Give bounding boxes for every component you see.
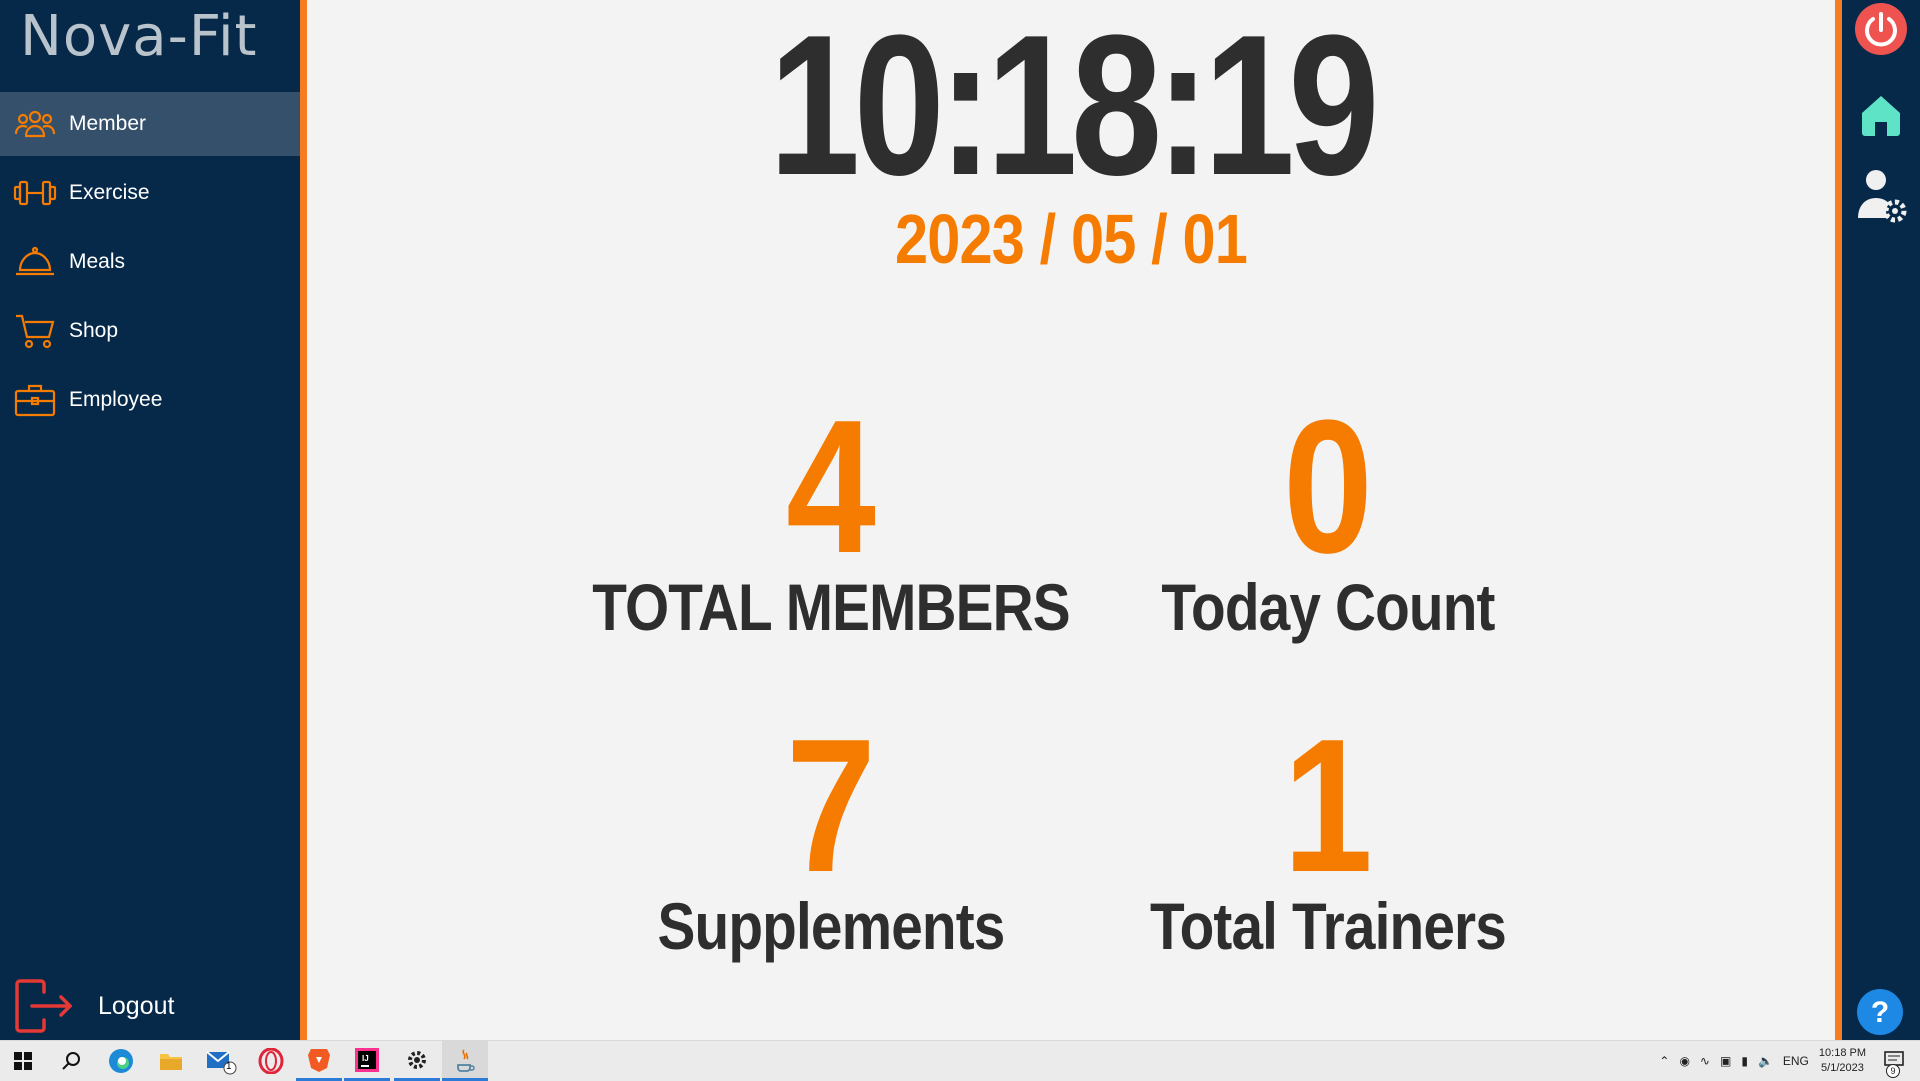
stat-label: Total Trainers xyxy=(1150,889,1507,963)
sidebar-item-shop[interactable]: Shop xyxy=(0,299,300,363)
sidebar-item-label: Member xyxy=(69,112,147,135)
stat-supplements: 7 Supplements xyxy=(551,711,1111,959)
tray-vpn-icon[interactable]: ◉ xyxy=(1679,1054,1689,1068)
edge-icon xyxy=(109,1049,133,1073)
stat-today-count: 0 Today Count xyxy=(1048,392,1608,640)
opera-icon xyxy=(258,1048,284,1074)
sidebar-item-meals[interactable]: Meals xyxy=(0,230,300,294)
java-icon xyxy=(457,1048,475,1072)
date-display: 2023 / 05 / 01 xyxy=(894,200,1248,278)
sidebar-nav: Member Exercise Meals Shop Employee xyxy=(0,92,300,437)
sidebar-item-exercise[interactable]: Exercise xyxy=(0,161,300,225)
sidebar-item-label: Meals xyxy=(69,250,126,273)
taskbar-brave[interactable] xyxy=(296,1041,342,1081)
logout-icon xyxy=(14,978,74,1034)
stat-total-members: 4 TOTAL MEMBERS xyxy=(551,392,1111,640)
stat-value: 0 xyxy=(1283,381,1373,593)
notifications-button[interactable]: 9 xyxy=(1884,1050,1904,1078)
windows-start-button[interactable] xyxy=(0,1041,46,1081)
stat-value: 1 xyxy=(1283,700,1373,912)
taskbar-opera[interactable] xyxy=(248,1041,294,1081)
svg-text:?: ? xyxy=(1871,996,1889,1029)
dashboard: 10:18:19 2023 / 05 / 01 4 TOTAL MEMBERS … xyxy=(307,0,1835,1040)
brave-icon xyxy=(308,1048,330,1072)
taskbar-edge[interactable] xyxy=(98,1041,144,1081)
cloche-icon xyxy=(13,244,57,280)
right-rail: ? xyxy=(1835,0,1920,1040)
tray-language[interactable]: ENG xyxy=(1783,1054,1809,1068)
taskbar-intellij[interactable]: IJ xyxy=(344,1041,390,1081)
system-tray: ⌃ ◉ ∿ ▣ ▮ 🔈 ENG 10:18 PM 5/1/2023 9 xyxy=(1659,1041,1920,1081)
cart-icon xyxy=(13,313,57,349)
intellij-icon: IJ xyxy=(355,1047,379,1072)
sidebar-item-employee[interactable]: Employee xyxy=(0,368,300,432)
mail-badge: 1 xyxy=(226,1061,232,1072)
tray-meet-icon[interactable]: ▣ xyxy=(1720,1054,1731,1068)
user-settings-icon xyxy=(1858,170,1907,223)
stat-label: Today Count xyxy=(1161,570,1495,644)
help-button[interactable]: ? xyxy=(1856,988,1910,1042)
tray-clock[interactable]: 10:18 PM 5/1/2023 xyxy=(1819,1046,1866,1076)
tray-date: 5/1/2023 xyxy=(1821,1062,1864,1074)
sidebar: Nova-Fit Member Exercise Meals Shop Empl… xyxy=(0,0,307,1040)
sidebar-item-label: Exercise xyxy=(69,181,150,204)
windows-start-icon xyxy=(14,1052,32,1070)
dumbbell-icon xyxy=(13,175,57,211)
clock-display: 10:18:19 xyxy=(768,0,1380,217)
taskbar: 1 IJ ⌃ ◉ ∿ ▣ ▮ 🔈 ENG 10:18 PM 5/1/2023 9 xyxy=(0,1040,1920,1081)
search-icon xyxy=(62,1052,80,1070)
svg-text:IJ: IJ xyxy=(362,1054,369,1063)
taskbar-mail[interactable]: 1 xyxy=(198,1041,244,1081)
power-button[interactable] xyxy=(1854,2,1908,56)
stat-total-trainers: 1 Total Trainers xyxy=(1048,711,1608,959)
home-button[interactable] xyxy=(1854,88,1908,142)
sidebar-item-label: Shop xyxy=(69,319,119,342)
app-title: Nova-Fit xyxy=(20,4,258,69)
notification-count: 9 xyxy=(1886,1063,1900,1078)
tray-battery-icon[interactable]: ▮ xyxy=(1741,1054,1748,1068)
sidebar-item-member[interactable]: Member xyxy=(0,92,300,156)
tray-volume-icon[interactable]: 🔈 xyxy=(1758,1054,1773,1068)
user-settings-button[interactable] xyxy=(1854,166,1908,223)
tray-time: 10:18 PM xyxy=(1818,1047,1866,1059)
taskbar-settings[interactable] xyxy=(394,1041,440,1081)
taskbar-java[interactable] xyxy=(442,1041,488,1081)
home-icon xyxy=(1862,96,1900,136)
mail-icon xyxy=(206,1051,237,1075)
tray-wifi-icon[interactable]: ∿ xyxy=(1700,1054,1710,1068)
briefcase-icon xyxy=(13,382,57,418)
taskbar-file-explorer[interactable] xyxy=(148,1041,194,1081)
stat-value: 7 xyxy=(786,700,876,912)
logout-label: Logout xyxy=(98,991,175,1020)
power-icon xyxy=(1855,3,1907,55)
stat-value: 4 xyxy=(786,381,876,593)
file-explorer-icon xyxy=(160,1054,182,1070)
stat-label: Supplements xyxy=(657,889,1006,963)
settings-icon xyxy=(408,1050,426,1069)
stat-label: TOTAL MEMBERS xyxy=(592,570,1070,644)
taskbar-search-button[interactable] xyxy=(48,1041,94,1081)
logout-button[interactable]: Logout xyxy=(14,978,174,1034)
help-icon: ? xyxy=(1857,989,1903,1035)
sidebar-item-label: Employee xyxy=(69,388,163,411)
tray-chevron-up-icon[interactable]: ⌃ xyxy=(1659,1054,1669,1068)
members-icon xyxy=(13,106,57,142)
